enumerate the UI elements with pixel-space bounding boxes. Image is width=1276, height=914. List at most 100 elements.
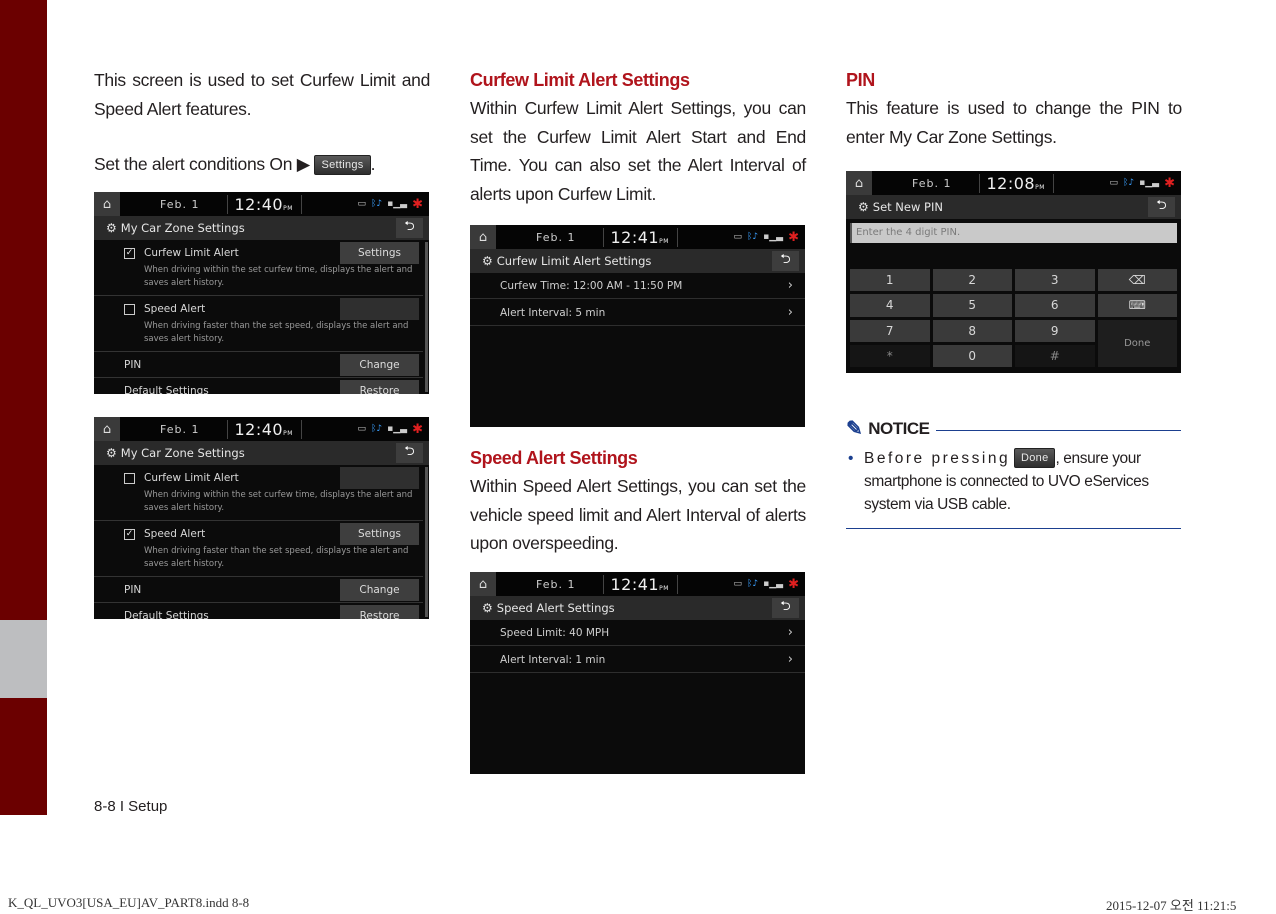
key-9[interactable]: 9 [1015,319,1095,342]
curfew-limit-row: Curfew Limit Alert When driving within t… [94,465,423,521]
scrollbar[interactable] [425,242,428,392]
keyboard-icon[interactable]: ⌨ [1097,294,1177,317]
signal-icon: ▪▁▃ [763,579,784,589]
pin-input[interactable]: Enter the 4 digit PIN. [850,223,1177,243]
key-7[interactable]: 7 [850,319,930,342]
column-3: PIN This feature is used to change the P… [846,66,1182,151]
key-hash[interactable]: # [1015,344,1095,367]
backspace-icon[interactable]: ⌫ [1097,269,1177,292]
date: Feb. 1 [536,577,576,591]
bluetooth-icon: ᛒ♪ [1122,178,1135,188]
home-icon[interactable]: ⌂ [470,225,496,249]
signal-icon: ▪▁▃ [387,424,408,434]
screen-speed-alert-settings: ⌂ Feb. 1 12:41PM ▭ ᛒ♪ ▪▁▃ ✱ ⚙ Speed Aler… [470,572,805,774]
status-icons: ▭ ᛒ♪ ▪▁▃ ✱ [733,230,805,245]
curfew-time-item[interactable]: Curfew Time: 12:00 AM - 11:50 PM › [470,273,805,299]
notice-prefix: Before pressing [864,450,1011,467]
divider [846,528,1181,529]
screen-title: Set New PIN [872,200,943,214]
key-8[interactable]: 8 [932,319,1012,342]
title-bar: ⚙ Speed Alert Settings ⮌ [470,596,805,620]
arrow-right-icon: ▶ [296,154,310,174]
clock: 12:40PM [227,419,302,439]
key-3[interactable]: 3 [1015,269,1095,292]
done-button[interactable]: Done [1097,319,1177,367]
done-inline-button: Done [1013,448,1056,468]
key-6[interactable]: 6 [1015,294,1095,317]
key-0[interactable]: 0 [932,344,1012,367]
key-1[interactable]: 1 [850,269,930,292]
battery-icon: ▭ [733,579,742,589]
pencil-icon: ✎ [846,418,863,440]
back-button[interactable]: ⮌ [772,251,799,271]
page-footer: 8-8 I Setup [94,798,168,815]
date: Feb. 1 [912,176,952,190]
status-bar: ⌂ Feb. 1 12:40PM ▭ ᛒ♪ ▪▁▃ ✱ [94,417,429,441]
speed-checkbox[interactable]: ✓ [124,529,135,540]
clock: 12:08PM [979,173,1054,193]
back-button[interactable]: ⮌ [396,443,423,463]
change-button[interactable]: Change [340,579,419,601]
home-icon[interactable]: ⌂ [94,417,120,441]
title-bar: ⚙ My Car Zone Settings ⮌ [94,216,429,240]
gear-icon: ⚙ [106,446,117,460]
file-slug: K_QL_UVO3[USA_EU]AV_PART8.indd 8-8 [8,895,250,910]
settings-button[interactable]: Settings [340,523,419,545]
item-label: Alert Interval: 5 min [500,306,606,319]
back-button[interactable]: ⮌ [1148,197,1175,217]
date: Feb. 1 [160,422,200,436]
home-icon[interactable]: ⌂ [470,572,496,596]
home-icon[interactable]: ⌂ [94,192,120,216]
column-1: This screen is used to set Curfew Limit … [94,66,430,179]
alert-star-icon: ✱ [788,229,799,245]
signal-icon: ▪▁▃ [387,199,408,209]
alert-interval-item[interactable]: Alert Interval: 1 min › [470,647,805,673]
settings-button-disabled[interactable]: Settings [340,467,419,489]
screen-title: My Car Zone Settings [120,446,245,460]
settings-button[interactable]: Settings [340,242,419,264]
settings-button-disabled[interactable]: Settings [340,298,419,320]
curfew-checkbox[interactable] [124,473,135,484]
status-icons: ▭ ᛒ♪ ▪▁▃ ✱ [1109,176,1181,191]
keypad: 1 2 3 ⌫ 4 5 6 ⌨ 7 8 9 Done * 0 # [850,269,1177,367]
key-2[interactable]: 2 [932,269,1012,292]
key-5[interactable]: 5 [932,294,1012,317]
change-button[interactable]: Change [340,354,419,376]
home-icon[interactable]: ⌂ [846,171,872,195]
gear-icon: ⚙ [106,221,117,235]
row-description: When driving within the set curfew time,… [144,490,413,513]
restore-button[interactable]: Restore [340,380,419,394]
curfew-limit-row: ✓ Curfew Limit Alert When driving within… [94,240,423,296]
title-bar: ⚙ My Car Zone Settings ⮌ [94,441,429,465]
speed-checkbox[interactable] [124,304,135,315]
back-button[interactable]: ⮌ [396,218,423,238]
screen-title: Curfew Limit Alert Settings [496,254,652,268]
notice-box: ✎ NOTICE • Before pressing Done, ensure … [846,416,1181,529]
default-settings-row: Default Settings Restore [94,603,423,619]
period: . [370,154,376,174]
sidebar-tab-gray [0,620,47,698]
speed-limit-item[interactable]: Speed Limit: 40 MPH › [470,620,805,646]
bluetooth-icon: ᛒ♪ [370,424,383,434]
alert-interval-item[interactable]: Alert Interval: 5 min › [470,300,805,326]
back-button[interactable]: ⮌ [772,598,799,618]
key-star[interactable]: * [850,344,930,367]
curfew-checkbox[interactable]: ✓ [124,248,135,259]
row-description: When driving faster than the set speed, … [144,546,409,569]
item-label: Curfew Time: 12:00 AM - 11:50 PM [500,279,683,292]
battery-icon: ▭ [357,199,366,209]
pin-description: This feature is used to change the PIN t… [846,98,1182,147]
notice-text: • Before pressing Done, ensure your smar… [846,447,1181,516]
gear-icon: ⚙ [858,200,869,214]
status-bar: ⌂ Feb. 1 12:41PM ▭ ᛒ♪ ▪▁▃ ✱ [470,225,805,249]
restore-button[interactable]: Restore [340,605,419,619]
clock: 12:41PM [603,574,678,594]
speed-alert-row: ✓ Speed Alert When driving faster than t… [94,521,423,577]
alert-star-icon: ✱ [788,576,799,592]
bullet: • [848,450,854,467]
key-4[interactable]: 4 [850,294,930,317]
row-description: When driving faster than the set speed, … [144,321,409,344]
scrollbar[interactable] [425,467,428,617]
bluetooth-icon: ᛒ♪ [746,579,759,589]
title-bar: ⚙ Set New PIN ⮌ [846,195,1181,219]
